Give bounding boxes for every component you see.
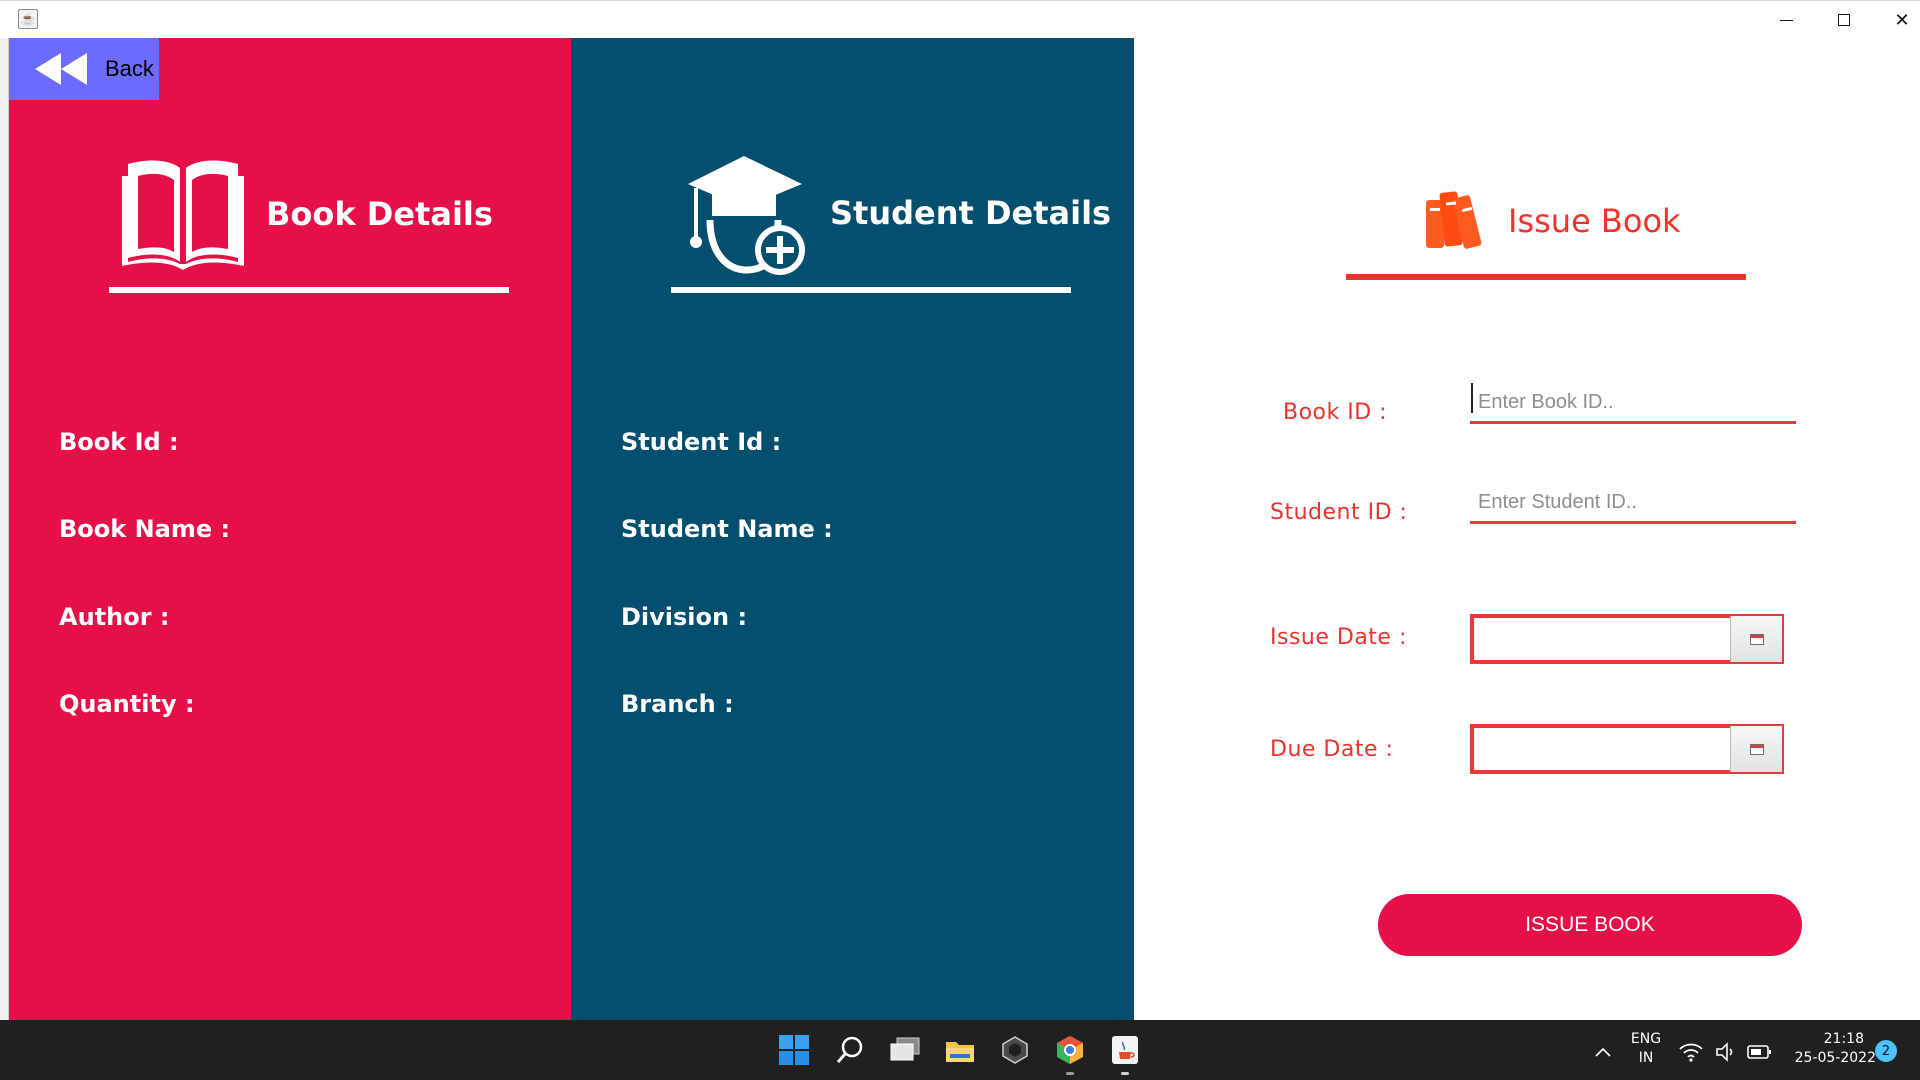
windows-start-icon[interactable] bbox=[776, 1032, 812, 1068]
issue-book-title: Issue Book bbox=[1508, 202, 1681, 240]
issue-book-underline bbox=[1346, 274, 1746, 280]
file-explorer-icon[interactable] bbox=[942, 1032, 978, 1068]
division-label: Division : bbox=[621, 603, 748, 631]
java-icon: ☕ bbox=[18, 9, 38, 29]
issue-date-input[interactable] bbox=[1472, 616, 1730, 662]
volume-icon[interactable] bbox=[1708, 1034, 1744, 1070]
maximize-icon bbox=[1838, 14, 1850, 26]
minimize-button[interactable] bbox=[1757, 1, 1815, 39]
language-indicator[interactable]: ENG IN bbox=[1620, 1030, 1672, 1068]
search-icon[interactable] bbox=[832, 1032, 868, 1068]
book-id-label: Book Id : bbox=[59, 428, 179, 456]
issue-book-button[interactable]: ISSUE BOOK bbox=[1378, 894, 1802, 956]
student-id-form-label: Student ID : bbox=[1270, 500, 1408, 525]
due-date-input[interactable] bbox=[1472, 726, 1730, 772]
issue-date-chooser bbox=[1470, 614, 1784, 664]
due-date-chooser bbox=[1470, 724, 1784, 774]
student-add-icon bbox=[688, 156, 805, 275]
book-name-label: Book Name : bbox=[59, 515, 231, 543]
clock[interactable]: 21:18 25-05-2022 bbox=[1776, 1030, 1876, 1068]
close-icon: ✕ bbox=[1894, 9, 1910, 31]
book-id-input[interactable] bbox=[1470, 378, 1796, 424]
book-details-underline bbox=[109, 287, 509, 293]
open-book-icon bbox=[122, 160, 244, 270]
battery-icon[interactable] bbox=[1742, 1034, 1778, 1070]
due-date-calendar-button[interactable] bbox=[1730, 726, 1782, 772]
java-icon[interactable] bbox=[1107, 1032, 1143, 1068]
active-indicator bbox=[1121, 1072, 1129, 1075]
wifi-icon[interactable] bbox=[1673, 1034, 1709, 1070]
back-label: Back bbox=[105, 56, 154, 81]
student-details-header: Student Details bbox=[684, 150, 1111, 276]
language-code: ENG bbox=[1630, 1031, 1662, 1047]
chrome-icon[interactable] bbox=[1052, 1032, 1088, 1068]
author-label: Author : bbox=[59, 603, 170, 631]
back-button[interactable]: Back bbox=[9, 38, 159, 100]
student-details-title: Student Details bbox=[830, 194, 1112, 232]
calendar-icon bbox=[1749, 743, 1764, 755]
student-id-input[interactable] bbox=[1470, 478, 1796, 524]
clock-date: 25-05-2022 bbox=[1794, 1050, 1876, 1066]
notification-badge[interactable]: 2 bbox=[1875, 1040, 1897, 1062]
due-date-form-label: Due Date : bbox=[1270, 737, 1394, 762]
branch-label: Branch : bbox=[621, 690, 734, 718]
window-edge bbox=[0, 38, 9, 1020]
app-icon[interactable] bbox=[997, 1032, 1033, 1068]
region-code: IN bbox=[1638, 1050, 1654, 1066]
clock-time: 21:18 bbox=[1823, 1031, 1864, 1047]
student-id-label: Student Id : bbox=[621, 428, 782, 456]
app-window: ☕ ✕ Back Book Details Book Id : Book Nam… bbox=[0, 0, 1920, 1080]
book-details-header: Book Details bbox=[120, 154, 493, 274]
issue-date-form-label: Issue Date : bbox=[1270, 625, 1407, 650]
book-id-form-label: Book ID : bbox=[1283, 400, 1388, 425]
minimize-icon bbox=[1779, 19, 1793, 21]
close-button[interactable]: ✕ bbox=[1873, 1, 1920, 39]
rewind-icon bbox=[35, 53, 87, 85]
running-indicator bbox=[1066, 1072, 1074, 1075]
issue-book-header bbox=[1424, 186, 1482, 252]
chevron-up-icon[interactable] bbox=[1585, 1034, 1621, 1070]
student-details-underline bbox=[671, 287, 1071, 293]
quantity-label: Quantity : bbox=[59, 690, 195, 718]
text-caret bbox=[1471, 383, 1473, 413]
student-name-label: Student Name : bbox=[621, 515, 833, 543]
issue-book-panel bbox=[1134, 38, 1920, 1020]
maximize-button[interactable] bbox=[1815, 1, 1873, 39]
books-icon bbox=[1426, 191, 1482, 249]
book-details-title: Book Details bbox=[266, 195, 493, 233]
issue-date-calendar-button[interactable] bbox=[1730, 616, 1782, 662]
task-view-icon[interactable] bbox=[887, 1032, 923, 1068]
title-bar: ☕ ✕ bbox=[0, 0, 1920, 38]
calendar-icon bbox=[1749, 633, 1764, 645]
taskbar: ENG IN 21:18 25-05-2022 bbox=[0, 1020, 1920, 1080]
